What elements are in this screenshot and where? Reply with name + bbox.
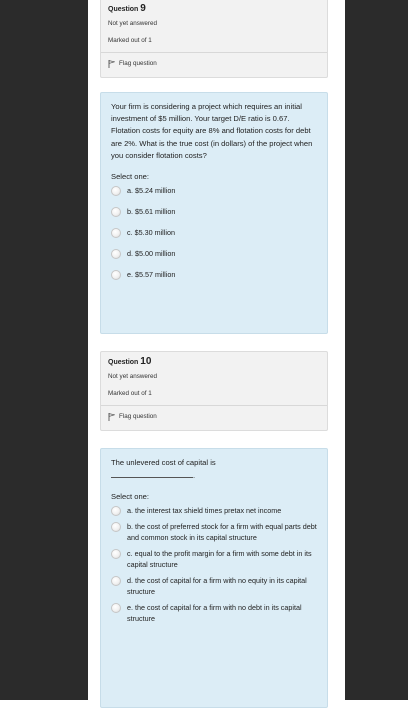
left-dark-panel — [0, 0, 88, 700]
question-9-text: Your firm is considering a project which… — [111, 102, 313, 160]
radio-button[interactable] — [111, 207, 121, 218]
answer-option-label: c. $5.30 million — [127, 228, 175, 238]
answer-option-label: a. the interest tax shield times pretax … — [127, 506, 282, 516]
radio-button[interactable] — [111, 506, 121, 517]
answer-option-label: b. the cost of preferred stock for a fir… — [127, 522, 317, 543]
answer-option[interactable]: d. $5.00 million — [111, 248, 317, 260]
question-10-info: Question 10 Not yet answered Marked out … — [100, 351, 328, 431]
answer-option[interactable]: a. $5.24 million — [111, 185, 317, 197]
answer-option[interactable]: e. the cost of capital for a firm with n… — [111, 602, 317, 624]
question-9-status: Not yet answered — [108, 20, 158, 27]
answer-option-label: b. $5.61 million — [127, 207, 176, 217]
quiz-column: Question 9 Not yet answered Marked out o… — [97, 0, 337, 708]
question-9-content: Your firm is considering a project which… — [100, 92, 328, 334]
radio-button[interactable] — [111, 603, 121, 614]
flag-icon — [108, 413, 115, 421]
answer-option[interactable]: c. $5.30 million — [111, 227, 317, 239]
answer-option[interactable]: e. $5.57 million — [111, 269, 317, 281]
question-9-title: Question 9 — [108, 3, 146, 14]
question-10-text: The unlevered cost of capital is. — [111, 458, 216, 481]
question-10-flag-button[interactable]: Flag question — [108, 412, 320, 422]
question-10-select-label: Select one: — [111, 492, 149, 502]
radio-button[interactable] — [111, 186, 121, 197]
answer-option-label: e. the cost of capital for a firm with n… — [127, 603, 302, 624]
question-10-marked: Marked out of 1 — [108, 390, 152, 397]
radio-button[interactable] — [111, 549, 121, 560]
radio-button[interactable] — [111, 270, 121, 281]
flag-icon — [108, 60, 115, 68]
radio-button[interactable] — [111, 249, 121, 260]
answer-option[interactable]: a. the interest tax shield times pretax … — [111, 505, 317, 517]
flag-label: Flag question — [119, 413, 157, 420]
divider — [101, 52, 327, 53]
question-9-info: Question 9 Not yet answered Marked out o… — [100, 0, 328, 78]
answer-option[interactable]: b. the cost of preferred stock for a fir… — [111, 521, 317, 543]
question-9-select-label: Select one: — [111, 172, 149, 182]
answer-option-label: d. the cost of capital for a firm with n… — [127, 576, 307, 597]
answer-option-label: d. $5.00 million — [127, 249, 176, 259]
answer-option[interactable]: c. equal to the profit margin for a firm… — [111, 548, 317, 570]
answer-option-label: a. $5.24 million — [127, 186, 176, 196]
question-10-content: The unlevered cost of capital is. Select… — [100, 448, 328, 708]
answer-blank — [111, 469, 193, 479]
question-10-status: Not yet answered — [108, 373, 158, 380]
radio-button[interactable] — [111, 522, 121, 533]
answer-option-label: c. equal to the profit margin for a firm… — [127, 549, 312, 570]
answer-option[interactable]: d. the cost of capital for a firm with n… — [111, 575, 317, 597]
question-10-title: Question 10 — [108, 356, 152, 367]
answer-option-label: e. $5.57 million — [127, 270, 176, 280]
question-9-marked: Marked out of 1 — [108, 37, 152, 44]
radio-button[interactable] — [111, 228, 121, 239]
divider — [101, 405, 327, 406]
right-dark-panel — [345, 0, 408, 700]
flag-label: Flag question — [119, 60, 157, 67]
question-9-flag-button[interactable]: Flag question — [108, 59, 320, 69]
answer-option[interactable]: b. $5.61 million — [111, 206, 317, 218]
radio-button[interactable] — [111, 576, 121, 587]
